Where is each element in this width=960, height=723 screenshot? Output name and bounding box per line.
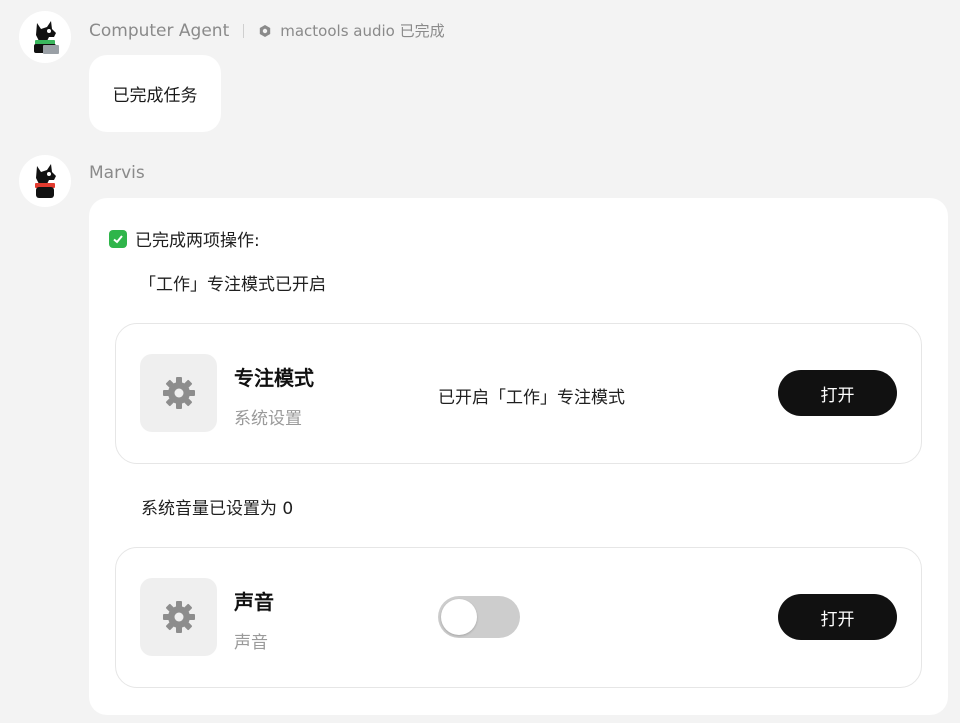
card-title: 声音: [234, 590, 274, 614]
agent-avatar: [19, 11, 71, 63]
card-title: 专注模式: [234, 366, 314, 390]
hexagon-icon: [258, 24, 272, 38]
check-icon: [109, 229, 127, 248]
toggle-knob: [441, 599, 477, 635]
sound-card: 声音 声音 打开: [115, 547, 922, 688]
agent-message-text: 已完成任务: [112, 86, 198, 106]
card-subtitle: 声音: [234, 633, 268, 653]
dog-mascot-icon: [35, 164, 56, 198]
card-status: 已开启「工作」专注模式: [438, 388, 625, 408]
agent-message-bubble: 已完成任务: [89, 55, 221, 132]
sound-toggle[interactable]: [438, 596, 520, 638]
message-header: Computer Agent mactools audio 已完成: [89, 20, 445, 41]
gear-icon: [162, 601, 195, 633]
open-button[interactable]: 打开: [778, 594, 897, 640]
sender-name: Marvis: [89, 163, 145, 183]
open-button[interactable]: 打开: [778, 370, 897, 416]
header-divider: [243, 23, 245, 38]
marvis-avatar: [19, 155, 71, 207]
app-icon: [140, 354, 217, 432]
gear-icon: [162, 377, 195, 409]
focus-mode-card: 专注模式 系统设置 已开启「工作」专注模式 打开: [115, 323, 922, 464]
app-icon: [140, 578, 217, 656]
dog-mascot-icon: [34, 21, 59, 54]
summary-line: 已完成两项操作:: [109, 226, 260, 251]
tool-status: mactools audio 已完成: [258, 20, 445, 41]
sender-name: Computer Agent: [89, 20, 230, 41]
section-text: 「工作」专注模式已开启: [139, 275, 326, 295]
message-header: Marvis: [89, 163, 145, 183]
marvis-message-bubble: 已完成两项操作: 「工作」专注模式已开启 专注模式 系统设置 已开启「工作」专注…: [89, 198, 948, 715]
tool-status-label: mactools audio 已完成: [280, 22, 445, 40]
section-text: 系统音量已设置为 0: [141, 499, 294, 519]
summary-text: 已完成两项操作:: [135, 231, 260, 251]
card-subtitle: 系统设置: [234, 409, 302, 429]
